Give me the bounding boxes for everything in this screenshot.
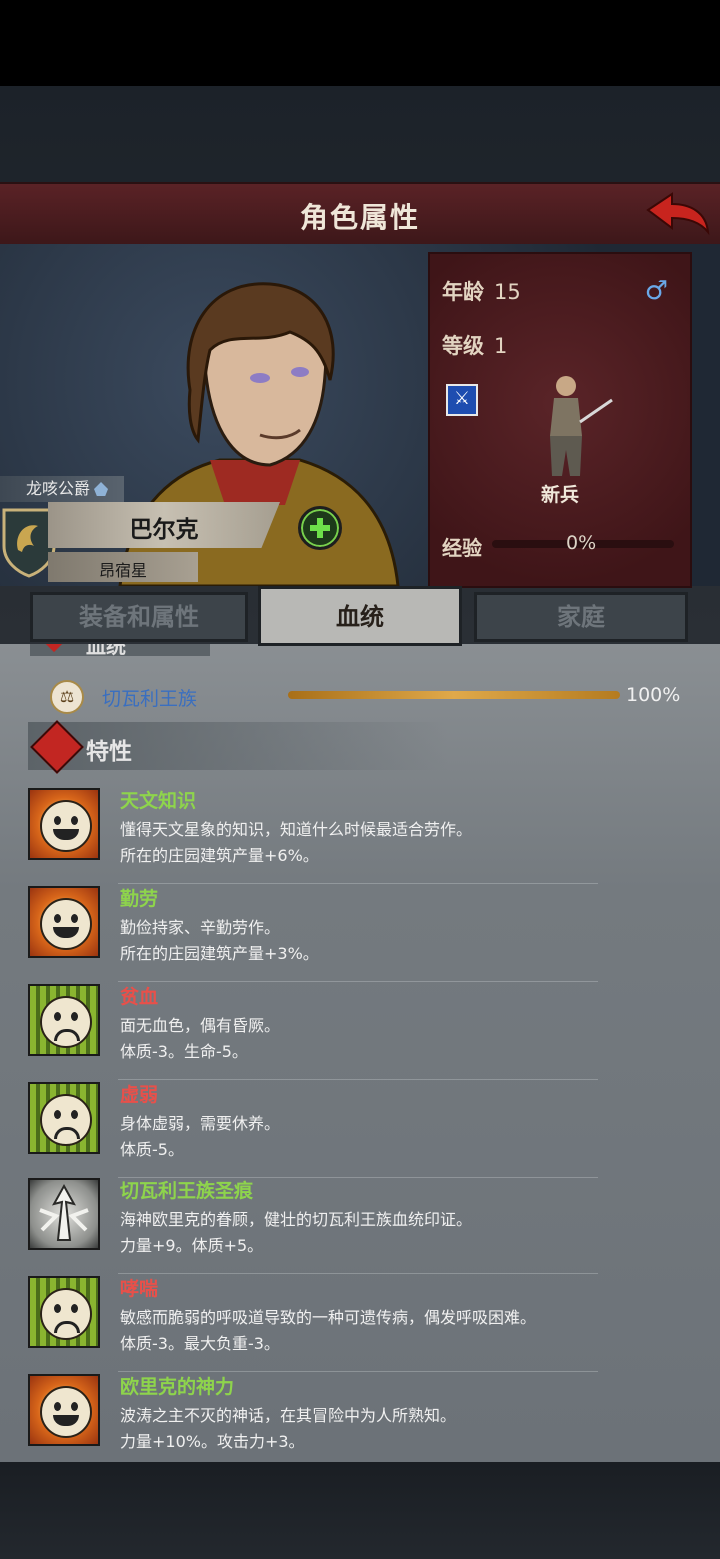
trait-row[interactable]: 欧里克的神力波涛之主不灭的神话，在其冒险中为人所熟知。 力量+10%。攻击力+3。 (28, 1372, 688, 1464)
trait-description: 海神欧里克的眷顾，健壮的切瓦利王族血统印证。 (120, 1210, 473, 1229)
trait-row[interactable]: 哮喘敏感而脆弱的呼吸道导致的一种可遗传病，偶发呼吸困难。 体质-3。最大负重-3。 (28, 1274, 688, 1372)
stats-banner: 年龄 15 ♂ 等级 1 ⚔ 新兵 经验 0% (428, 252, 692, 588)
level-value: 1 (494, 334, 508, 358)
noble-title-tag[interactable]: 龙咳公爵 (0, 476, 124, 502)
level-label: 等级 (442, 334, 484, 358)
trait-name: 哮喘 (120, 1278, 159, 1300)
trait-row[interactable]: 勤劳勤俭持家、辛勤劳作。所在的庄园建筑产量+3%。 (28, 884, 688, 982)
trait-effect: 所在的庄园建筑产量+6%。 (120, 846, 319, 865)
tab-family[interactable]: 家庭 (474, 592, 688, 642)
rank-icon (94, 482, 109, 496)
class-name: 新兵 (540, 484, 579, 506)
happy-face-icon (28, 1374, 100, 1446)
lineage-bar (288, 691, 620, 699)
lineage-percent: 100% (626, 684, 681, 706)
trait-effect: 所在的庄园建筑产量+3%。 (120, 944, 319, 963)
age-label: 年龄 (442, 280, 484, 304)
trait-name: 贫血 (120, 986, 159, 1008)
trait-description: 敏感而脆弱的呼吸道导致的一种可遗传病，偶发呼吸困难。 (120, 1308, 537, 1327)
balance-icon: ⚖ (50, 680, 84, 714)
class-sword-icon[interactable]: ⚔ (446, 384, 478, 416)
character-name: 巴尔克 (129, 517, 199, 543)
stigmata-icon (28, 1178, 100, 1250)
trait-effect: 体质-3。最大负重-3。 (120, 1334, 280, 1353)
trait-name: 虚弱 (120, 1084, 159, 1106)
trait-row[interactable]: 切瓦利王族圣痕海神欧里克的眷顾，健壮的切瓦利王族血统印证。 力量+9。体质+5。 (28, 1176, 688, 1274)
constellation-name: 昂宿星 (98, 561, 147, 580)
trait-name: 欧里克的神力 (120, 1376, 235, 1398)
age-value: 15 (494, 280, 521, 304)
noble-title: 龙咳公爵 (26, 479, 91, 498)
page-title: 角色属性 (299, 201, 420, 234)
level-row: 等级 1 (442, 330, 507, 360)
sad-face-icon (28, 1276, 100, 1348)
lineage-name: 切瓦利王族 (102, 688, 198, 710)
trait-description: 懂得天文星象的知识，知道什么时候最适合劳作。 (120, 820, 473, 839)
traits-section-title: 特性 (86, 739, 132, 765)
header-bar: 角色属性 (0, 182, 720, 249)
add-button[interactable] (298, 506, 342, 550)
status-bar (0, 0, 720, 86)
trait-effect: 力量+9。体质+5。 (120, 1236, 264, 1255)
trait-effect: 力量+10%。攻击力+3。 (120, 1432, 305, 1451)
trait-effect: 体质-5。 (120, 1140, 184, 1159)
trait-name: 勤劳 (120, 888, 159, 910)
sad-face-icon (28, 1082, 100, 1154)
trait-row[interactable]: 贫血面无血色，偶有昏厥。 体质-3。生命-5。 (28, 982, 688, 1080)
trait-row[interactable]: 天文知识懂得天文星象的知识，知道什么时候最适合劳作。 所在的庄园建筑产量+6%。 (28, 786, 688, 884)
trait-description: 面无血色，偶有昏厥。 (120, 1016, 281, 1035)
constellation-plate: 昂宿星 (48, 552, 198, 582)
lineage-section-header: 血统 (30, 644, 210, 658)
traits-section-header: 特性 (28, 720, 448, 774)
lineage-row[interactable]: ⚖ 切瓦利王族 100% (48, 678, 698, 714)
happy-face-icon (28, 788, 100, 860)
trait-row[interactable]: 虚弱身体虚弱，需要休养。 体质-5。 (28, 1080, 688, 1178)
male-icon: ♂ (644, 276, 668, 306)
lineage-section-title: 血统 (86, 644, 126, 658)
bottom-area (0, 1462, 720, 1559)
exp-label: 经验 (442, 536, 482, 560)
trait-effect: 体质-3。生命-5。 (120, 1042, 248, 1061)
fire-icon (30, 720, 84, 774)
sad-face-icon (28, 984, 100, 1056)
soldier-figure (550, 376, 613, 476)
trait-description: 身体虚弱，需要休养。 (120, 1114, 281, 1133)
trait-description: 波涛之主不灭的神话，在其冒险中为人所熟知。 (120, 1406, 457, 1425)
exp-value: 0% (566, 532, 597, 554)
tab-equipment[interactable]: 装备和属性 (30, 592, 248, 642)
tab-bar: 装备和属性 血统 家庭 (28, 586, 692, 646)
name-plate[interactable]: 巴尔克 (48, 502, 280, 548)
trait-name: 天文知识 (120, 790, 197, 812)
trait-description: 勤俭持家、辛勤劳作。 (120, 918, 281, 937)
trait-name: 切瓦利王族圣痕 (120, 1180, 254, 1202)
back-arrow-icon[interactable] (646, 192, 710, 238)
age-row: 年龄 15 (442, 276, 521, 306)
tab-lineage[interactable]: 血统 (258, 586, 462, 646)
happy-face-icon (28, 886, 100, 958)
